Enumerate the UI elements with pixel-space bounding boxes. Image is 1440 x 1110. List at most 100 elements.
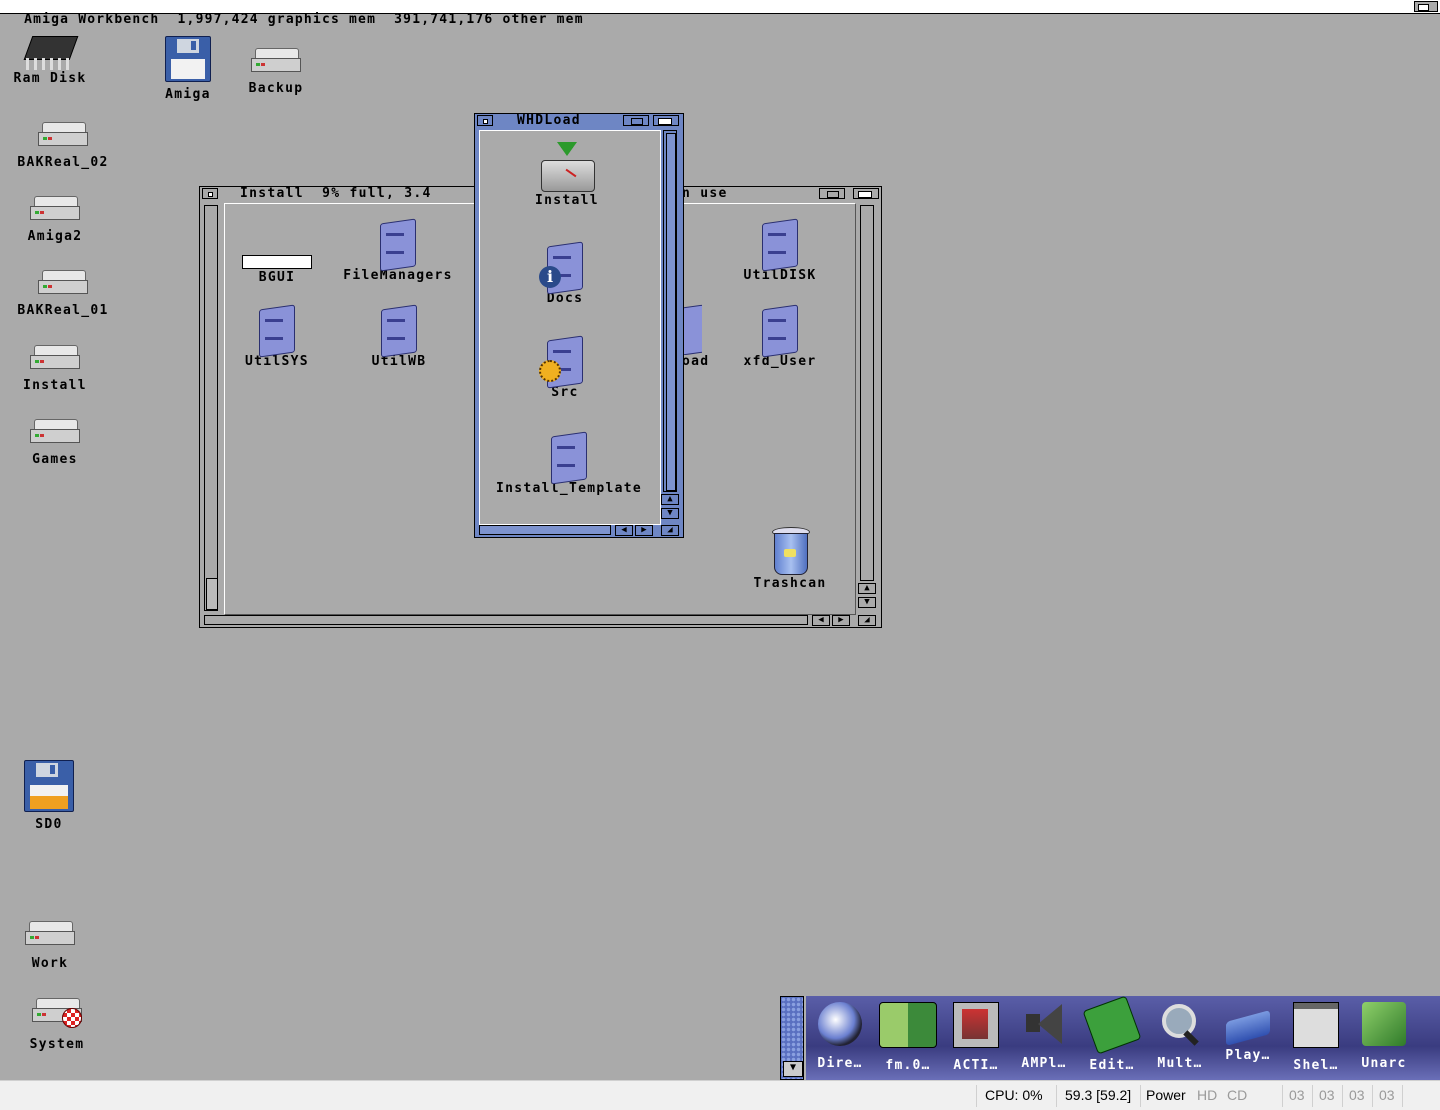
status-separator [1402, 1085, 1403, 1107]
info-icon: i [539, 266, 561, 288]
dock-item-multiview[interactable]: Mult… [1150, 1000, 1210, 1078]
scroll-up-button[interactable]: ▲ [661, 494, 679, 505]
cpu-usage: CPU: 0% [985, 1087, 1043, 1103]
whdload-window-title: WHDLoad [517, 113, 581, 128]
desktop-icon-work[interactable]: Work [10, 921, 90, 971]
drawer-icon-load-partial[interactable]: oad [682, 303, 716, 369]
close-gadget[interactable] [477, 115, 493, 126]
hard-drive-icon [38, 122, 88, 148]
drawer-cabinet-icon: i [539, 240, 585, 295]
scroll-down-button[interactable]: ▼ [661, 508, 679, 519]
dock-handle[interactable]: ▼ [780, 996, 804, 1080]
emulator-status-bar: CPU: 0% 59.3 [59.2] Power HD CD 03 03 03… [0, 1080, 1440, 1110]
hd-led: HD [1197, 1087, 1218, 1103]
shell-window-icon [1293, 1002, 1339, 1048]
drive-df1-status: 03 [1319, 1087, 1335, 1103]
scroll-up-button[interactable]: ▲ [858, 583, 876, 594]
app-dock[interactable]: ▼ Dire… fm.0… ACTI… AMPl… Edit… Mult… Pl… [780, 995, 1440, 1080]
activity-monitor-icon [953, 1002, 999, 1048]
directory-opus-icon [818, 1002, 862, 1046]
screen-depth-gadget[interactable] [1414, 1, 1438, 12]
scroll-left-button[interactable]: ◀ [812, 615, 830, 626]
zoom-gadget[interactable] [819, 188, 845, 199]
dock-bar: Dire… fm.0… ACTI… AMPl… Edit… Mult… Play… [806, 995, 1440, 1080]
drawer-cabinet-icon [379, 303, 419, 358]
drawer-icon-bgui[interactable]: BGUI [230, 255, 324, 285]
desktop-icon-bakreal-02[interactable]: BAKReal_02 [4, 122, 122, 170]
whdload-icon-install-template[interactable]: Install_Template [477, 430, 661, 496]
zoom-gadget[interactable] [623, 115, 649, 126]
hard-drive-icon [30, 345, 80, 371]
drawer-cabinet-icon [257, 303, 297, 358]
cd-led: CD [1227, 1087, 1248, 1103]
drawer-icon-filemanagers[interactable]: FileManagers [328, 217, 468, 283]
dock-item-player[interactable]: Play… [1218, 1000, 1278, 1078]
scroll-right-button[interactable]: ▶ [635, 525, 653, 536]
ram-chip-icon [23, 30, 79, 72]
depth-gadget[interactable] [853, 188, 879, 199]
dock-item-shell[interactable]: Shel… [1286, 1000, 1346, 1078]
drawer-cabinet-icon [760, 217, 800, 272]
dock-item-activity[interactable]: ACTI… [946, 1000, 1006, 1078]
hard-drive-icon [38, 270, 88, 296]
drawer-icon-utildisk[interactable]: UtilDISK [730, 217, 830, 283]
whdload-window-titlebar[interactable]: WHDLoad [475, 114, 683, 128]
desktop-icon-amiga2[interactable]: Amiga2 [10, 196, 100, 244]
desktop-icon-games[interactable]: Games [10, 419, 100, 467]
whdload-drawer-window[interactable]: WHDLoad ▲ ▼ ◀ ▶ ◢ Install i Docs Src Ins… [474, 113, 684, 538]
scroll-right-button[interactable]: ▶ [832, 615, 850, 626]
drawer-icon-xfd-user[interactable]: xfd_User [730, 303, 830, 369]
dock-item-editor[interactable]: Edit… [1082, 995, 1142, 1078]
status-separator [1342, 1085, 1343, 1107]
size-gadget[interactable]: ◢ [858, 615, 876, 626]
whdload-icon-install[interactable]: Install [509, 142, 625, 208]
hard-drive-icon [251, 48, 301, 74]
dock-item-directory-opus[interactable]: Dire… [810, 1000, 870, 1078]
vertical-scrollbar[interactable] [860, 205, 874, 581]
speaker-icon [1022, 1002, 1066, 1046]
floppy-disk-icon [165, 36, 211, 82]
drawer-icon-trashcan[interactable]: Trashcan [740, 527, 840, 591]
vertical-scrollbar[interactable] [663, 130, 677, 492]
desktop-icon-ram-disk[interactable]: Ram Disk [4, 30, 96, 86]
scroll-left-button[interactable]: ◀ [615, 525, 633, 536]
desktop-icon-system[interactable]: System [12, 998, 102, 1052]
horizontal-scrollbar[interactable] [479, 525, 611, 535]
screen-title-bar[interactable]: Amiga Workbench 1,997,424 graphics mem 3… [0, 0, 1440, 26]
install-window-title-tail: n use [682, 186, 728, 201]
fps-readout: 59.3 [59.2] [1065, 1087, 1132, 1103]
dock-item-amplifier[interactable]: AMPl… [1014, 1000, 1074, 1078]
dock-collapse-button[interactable]: ▼ [783, 1061, 803, 1077]
drawer-cabinet-icon [539, 334, 585, 389]
gear-icon [539, 360, 561, 382]
desktop-icon-bakreal-01[interactable]: BAKReal_01 [4, 270, 122, 318]
magnifier-icon [1158, 1002, 1202, 1046]
status-separator [1056, 1085, 1057, 1107]
left-scrollbar[interactable] [204, 205, 218, 611]
drawer-icon-utilsys[interactable]: UtilSYS [230, 303, 324, 369]
hard-drive-icon [30, 419, 80, 445]
notepad-pencil-icon [1082, 995, 1142, 1055]
install-window-title: Install 9% full, 3.4 [240, 186, 432, 201]
drawer-cabinet-icon [760, 303, 800, 358]
installer-drive-icon [539, 142, 595, 194]
status-separator [976, 1085, 977, 1107]
desktop-icon-backup[interactable]: Backup [236, 48, 316, 96]
drive-df2-status: 03 [1349, 1087, 1365, 1103]
horizontal-scrollbar[interactable] [204, 615, 808, 625]
whdload-icon-src[interactable]: Src [525, 334, 605, 400]
drawer-icon-utilwb[interactable]: UtilWB [352, 303, 446, 369]
drawer-cabinet-icon [378, 217, 418, 272]
desktop-icon-install[interactable]: Install [10, 345, 100, 393]
dock-item-unarc[interactable]: Unarc [1354, 1000, 1414, 1078]
drawer-cabinet-icon [682, 303, 702, 355]
desktop-icon-amiga[interactable]: Amiga [150, 36, 226, 102]
desktop-icon-sd0[interactable]: SD0 [14, 760, 84, 832]
dock-item-fm[interactable]: fm.0… [878, 1000, 938, 1078]
size-gadget[interactable]: ◢ [661, 525, 679, 536]
status-separator [1312, 1085, 1313, 1107]
depth-gadget[interactable] [653, 115, 679, 126]
whdload-icon-docs[interactable]: i Docs [525, 240, 605, 306]
close-gadget[interactable] [202, 188, 218, 199]
scroll-down-button[interactable]: ▼ [858, 597, 876, 608]
